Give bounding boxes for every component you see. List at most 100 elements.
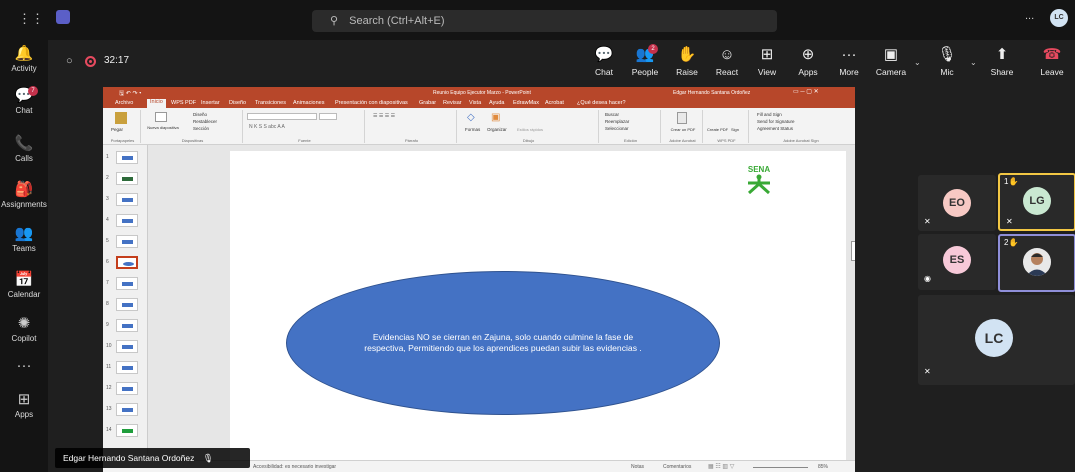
rail-item-activity[interactable]: 🔔 Activity (0, 46, 48, 74)
slide-thumbnail[interactable] (116, 361, 138, 374)
accessibility-status[interactable]: Accesibilidad: es necesario investigar (253, 464, 336, 470)
comments-button[interactable]: Comentarios (663, 464, 691, 470)
rail-item-assignments[interactable]: 🎒 Assignments (0, 182, 48, 210)
slide-thumbnail[interactable] (116, 235, 138, 248)
leave-button[interactable]: ☎ Leave (1033, 46, 1071, 77)
current-slide[interactable]: SENA Evidencias NO se cierran en Zajuna,… (230, 151, 855, 460)
slide-thumbnail[interactable] (116, 403, 138, 416)
fill-and-sign-button[interactable]: Fill and Sign (757, 112, 782, 117)
app-launcher-icon[interactable]: ⋮⋮ (18, 11, 44, 27)
raise-button[interactable]: ✋ Raise (668, 46, 706, 77)
shapes-button[interactable]: Formas (465, 127, 480, 132)
view-buttons[interactable]: ▦ ☷ ▥ ▽ (708, 463, 734, 470)
ribbon-tab-1[interactable]: Inicio (147, 99, 166, 108)
slide-thumbnail[interactable] (116, 277, 138, 290)
layout-button[interactable]: Diseño (193, 112, 207, 117)
slide-thumbnail[interactable] (116, 214, 138, 227)
participant-tile-lc[interactable]: LC ✕ (918, 295, 1075, 385)
font-size-select[interactable] (319, 113, 337, 120)
zoom-level[interactable]: 85% (818, 464, 828, 470)
slide-thumbnail[interactable] (116, 382, 138, 395)
find-button[interactable]: Buscar (605, 112, 619, 117)
slide-thumbnail-pane[interactable]: 1 2 3 4 5 6 7 8 9 10 11 12 13 14 (103, 145, 148, 460)
wps-create-pdf-button[interactable]: Create PDF (707, 127, 728, 132)
paragraph-buttons[interactable]: ☰ ☰ ☰ ☰ (373, 113, 395, 119)
paste-button[interactable]: Pegar (111, 127, 123, 132)
participant-tile-photo[interactable]: 2✋ (998, 234, 1075, 292)
zoom-slider[interactable] (753, 467, 808, 468)
slide-thumbnail[interactable] (116, 424, 138, 437)
slide-thumbnail[interactable] (116, 298, 138, 311)
ribbon-tab-13[interactable]: Acrobat (545, 100, 564, 106)
ribbon-tab-12[interactable]: EdrawMax (513, 100, 539, 106)
apps-button[interactable]: ⊕ Apps (789, 46, 827, 77)
ribbon-tab-8[interactable]: Grabar (419, 100, 436, 106)
mic-options-chevron-icon[interactable]: ⌄ (970, 58, 977, 67)
slide-thumbnail[interactable] (116, 340, 138, 353)
search-input[interactable]: ⚲ Search (Ctrl+Alt+E) (312, 10, 777, 32)
ribbon-tab-5[interactable]: Transiciones (255, 100, 286, 106)
camera-button[interactable]: ▣ Camera (872, 46, 910, 77)
slide-thumbnail[interactable] (116, 256, 138, 269)
ribbon-tab-0[interactable]: Archivo (115, 100, 133, 106)
ribbon-tab-4[interactable]: Diseño (229, 100, 246, 106)
people-button[interactable]: 👥 People 2 (626, 44, 664, 77)
rail-item-copilot[interactable]: ✺ Copilot (0, 316, 48, 344)
ribbon-tab-9[interactable]: Revisar (443, 100, 462, 106)
presenter-name-tag: Edgar Hernando Santana Ordoñez 🎙 (55, 448, 250, 468)
new-slide-icon[interactable] (155, 112, 167, 122)
slide-thumbnail[interactable] (116, 193, 138, 206)
vertical-scrollbar[interactable] (851, 241, 855, 261)
mic-button[interactable]: 🎙 Mic (928, 46, 966, 77)
chat-button[interactable]: 💬 Chat (585, 46, 623, 77)
ribbon-tab-2[interactable]: WPS PDF (171, 100, 196, 106)
avatar: LC (975, 319, 1013, 357)
shapes-icon[interactable]: ◇ (467, 112, 475, 123)
slide-thumbnail[interactable] (116, 151, 138, 164)
agreement-status-button[interactable]: Agreement Status (757, 126, 793, 131)
ribbon-tab-7[interactable]: Presentación con diapositivas (335, 100, 408, 106)
rail-item-calls[interactable]: 📞 Calls (0, 136, 48, 164)
rail-item-teams[interactable]: 👥 Teams (0, 226, 48, 254)
avatar[interactable]: LC (1050, 9, 1068, 27)
more-button[interactable]: ··· More (830, 46, 868, 77)
font-format-buttons[interactable]: N K S S abc A A (249, 124, 285, 130)
reset-button[interactable]: Restablecer (193, 119, 217, 124)
rail-item-chat[interactable]: 💬 Chat 7 (0, 86, 48, 115)
quick-styles-button[interactable]: Estilos rápidos (517, 127, 543, 132)
participant-tile-eo[interactable]: EO ✕ (918, 175, 996, 231)
share-button[interactable]: ⬆ Share (983, 46, 1021, 77)
ribbon-tab-10[interactable]: Vista (469, 100, 481, 106)
react-button[interactable]: ☺ React (708, 46, 746, 77)
replace-button[interactable]: Reemplazar (605, 119, 629, 124)
sign-button[interactable]: Sign (731, 127, 739, 132)
participant-tile-lg[interactable]: 1✋ LG ✕ (998, 173, 1075, 231)
participant-tile-es[interactable]: ES ◉ (918, 234, 996, 290)
view-button[interactable]: ⊞ View (748, 46, 786, 77)
rail-item-more[interactable]: ··· (0, 358, 48, 376)
camera-options-chevron-icon[interactable]: ⌄ (914, 58, 921, 67)
send-for-signature-button[interactable]: Send for Signature (757, 119, 795, 124)
call-control-bar: ○ 32:17 💬 Chat 👥 People 2 ✋ Raise ☺ React ⊞ View ⊕ A… (48, 40, 1075, 85)
paste-icon[interactable] (115, 112, 127, 124)
create-pdf-button[interactable]: Crear un PDF (665, 127, 701, 132)
rail-item-apps[interactable]: ⊞ Apps (0, 392, 48, 420)
new-slide-button[interactable]: Nueva diapositiva (145, 125, 181, 130)
ribbon-tab-3[interactable]: Insertar (201, 100, 220, 106)
slide-thumbnail[interactable] (116, 172, 138, 185)
rail-item-calendar[interactable]: 📅 Calendar (0, 272, 48, 300)
slide-thumbnail[interactable] (116, 319, 138, 332)
ribbon-tab-6[interactable]: Animaciones (293, 100, 325, 106)
window-controls[interactable]: ▭ ─ ▢ ✕ (793, 88, 819, 95)
section-button[interactable]: Sección (193, 126, 209, 131)
select-button[interactable]: Seleccionar (605, 126, 629, 131)
create-pdf-icon[interactable] (677, 112, 687, 124)
ribbon-tab-14[interactable]: ¿Qué desea hacer? (577, 100, 626, 106)
notes-button[interactable]: Notas (631, 464, 644, 470)
ribbon-tab-11[interactable]: Ayuda (489, 100, 505, 106)
arrange-button[interactable]: Organizar (487, 127, 507, 132)
font-name-select[interactable] (247, 113, 317, 120)
arrange-icon[interactable]: ▣ (491, 112, 500, 123)
ellipse-shape[interactable]: Evidencias NO se cierran en Zajuna, solo… (286, 271, 720, 415)
more-options-icon[interactable]: ... (1025, 10, 1034, 22)
